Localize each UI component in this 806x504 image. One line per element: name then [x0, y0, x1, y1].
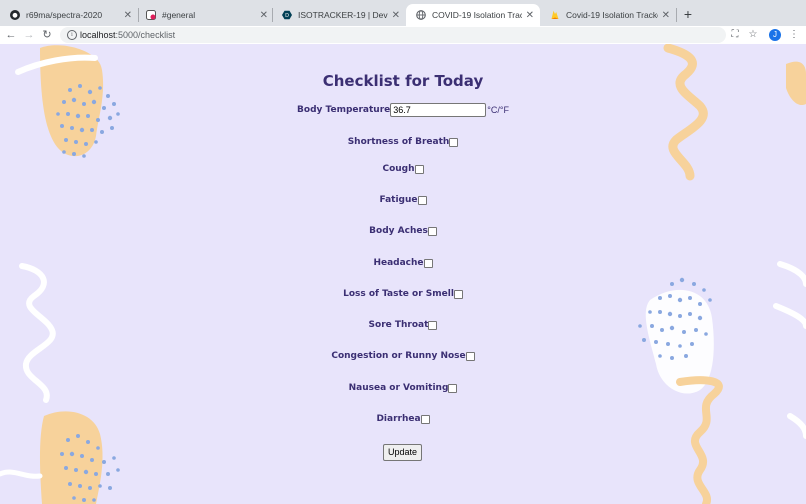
- back-button[interactable]: ←: [4, 27, 18, 43]
- tab-title: ISOTRACKER-19 | Devpost: [298, 10, 388, 20]
- url-text[interactable]: localhost:5000/checklist: [80, 27, 175, 43]
- symptom-row: Sore Throat: [0, 319, 806, 331]
- tab-separator: [676, 8, 677, 22]
- symptom-label: Body Aches: [369, 226, 428, 236]
- translate-button[interactable]: ⛶: [728, 28, 742, 42]
- orange-squiggle: [676, 376, 723, 504]
- symptom-label: Nausea or Vomiting: [348, 383, 449, 393]
- tab-isolation-tracker[interactable]: COVID-19 Isolation Tracker ✕: [406, 4, 540, 26]
- tab-title: #general: [162, 10, 196, 20]
- symptom-label: Loss of Taste or Smell: [343, 289, 454, 299]
- page-title: Checklist for Today: [322, 72, 484, 90]
- symptom-checkbox[interactable]: [417, 195, 427, 205]
- url-host: localhost: [80, 30, 116, 40]
- tab-title: r69ma/spectra-2020: [26, 10, 103, 20]
- orange-blob: [40, 411, 103, 504]
- github-icon: [10, 10, 20, 20]
- white-squiggle: [19, 263, 56, 403]
- devpost-icon: D: [282, 10, 292, 20]
- symptom-label: Fatigue: [379, 195, 418, 205]
- tab-title: COVID-19 Isolation Tracker: [432, 10, 522, 20]
- tab-strip: r69ma/spectra-2020 ✕ #general ✕ D ISOTRA…: [0, 0, 806, 26]
- profile-avatar[interactable]: J: [769, 29, 781, 41]
- tab-slack[interactable]: #general ✕: [136, 4, 274, 26]
- symptom-checkbox[interactable]: [453, 289, 463, 299]
- globe-icon: [416, 10, 426, 20]
- info-icon[interactable]: i: [67, 30, 77, 40]
- browser-toolbar: ← → ↻ i localhost:5000/checklist ⛶ ☆ J ⋮: [0, 26, 806, 44]
- close-icon[interactable]: ✕: [260, 10, 268, 21]
- plus-icon: +: [683, 6, 693, 22]
- tab-firebase[interactable]: Covid-19 Isolation Tracker – Fi ✕: [540, 4, 676, 26]
- symptom-row: Diarrhea: [0, 413, 806, 425]
- symptom-row: Fatigue: [0, 194, 806, 206]
- symptom-checkbox[interactable]: [423, 258, 433, 268]
- reload-button[interactable]: ↻: [40, 27, 54, 43]
- symptom-label: Diarrhea: [376, 414, 421, 424]
- address-bar[interactable]: i localhost:5000/checklist: [60, 27, 726, 43]
- menu-button[interactable]: ⋮: [787, 28, 801, 42]
- arrow-right-icon: →: [23, 29, 35, 41]
- symptom-label: Headache: [373, 258, 424, 268]
- symptom-checkbox[interactable]: [449, 137, 459, 147]
- symptom-row: Nausea or Vomiting: [0, 382, 806, 394]
- temperature-unit: °C/°F: [487, 105, 509, 115]
- symptom-checkbox[interactable]: [420, 414, 430, 424]
- reload-icon: ↻: [42, 29, 52, 41]
- symptom-label: Sore Throat: [368, 320, 429, 330]
- tab-title: Covid-19 Isolation Tracker – Fi: [566, 10, 658, 20]
- close-icon[interactable]: ✕: [124, 10, 132, 21]
- symptom-label: Shortness of Breath: [347, 137, 450, 147]
- tab-github[interactable]: r69ma/spectra-2020 ✕: [0, 4, 138, 26]
- translate-icon: ⛶: [731, 29, 739, 40]
- temperature-label: Body Temperature: [297, 105, 391, 115]
- firebase-icon: [551, 10, 559, 19]
- bookmark-button[interactable]: ☆: [746, 28, 760, 42]
- close-icon[interactable]: ✕: [526, 10, 534, 21]
- arrow-left-icon: ←: [5, 29, 17, 41]
- symptom-row: Congestion or Runny Nose: [0, 350, 806, 362]
- tab-devpost[interactable]: D ISOTRACKER-19 | Devpost ✕: [272, 4, 406, 26]
- temperature-input[interactable]: [390, 103, 487, 117]
- symptom-row: Headache: [0, 257, 806, 269]
- symptom-label: Cough: [382, 164, 415, 174]
- symptom-row: Body Aches: [0, 225, 806, 237]
- forward-button[interactable]: →: [22, 27, 36, 43]
- symptom-row: Loss of Taste or Smell: [0, 288, 806, 300]
- symptom-checkbox[interactable]: [414, 164, 424, 174]
- kebab-menu-icon: ⋮: [789, 29, 799, 40]
- temperature-row: Body Temperature °C/°F: [0, 102, 806, 118]
- svg-text:D: D: [285, 13, 289, 19]
- checklist-page: Checklist for Today Body Temperature °C/…: [0, 44, 806, 504]
- close-icon[interactable]: ✕: [662, 10, 670, 21]
- symptom-row: Cough: [0, 163, 806, 175]
- symptom-checkbox[interactable]: [427, 226, 437, 236]
- close-icon[interactable]: ✕: [392, 10, 400, 21]
- symptom-row: Shortness of Breath: [0, 136, 806, 148]
- star-icon: ☆: [748, 29, 758, 40]
- symptom-checkbox[interactable]: [448, 383, 458, 393]
- symptom-checkbox[interactable]: [428, 320, 438, 330]
- white-squiggle: [0, 469, 43, 479]
- url-path: :5000/checklist: [115, 30, 176, 40]
- symptom-label: Congestion or Runny Nose: [331, 351, 466, 361]
- update-button[interactable]: Update: [383, 444, 422, 461]
- symptom-checkbox[interactable]: [465, 351, 475, 361]
- new-tab-button[interactable]: +: [680, 6, 696, 22]
- slack-icon: [146, 10, 156, 20]
